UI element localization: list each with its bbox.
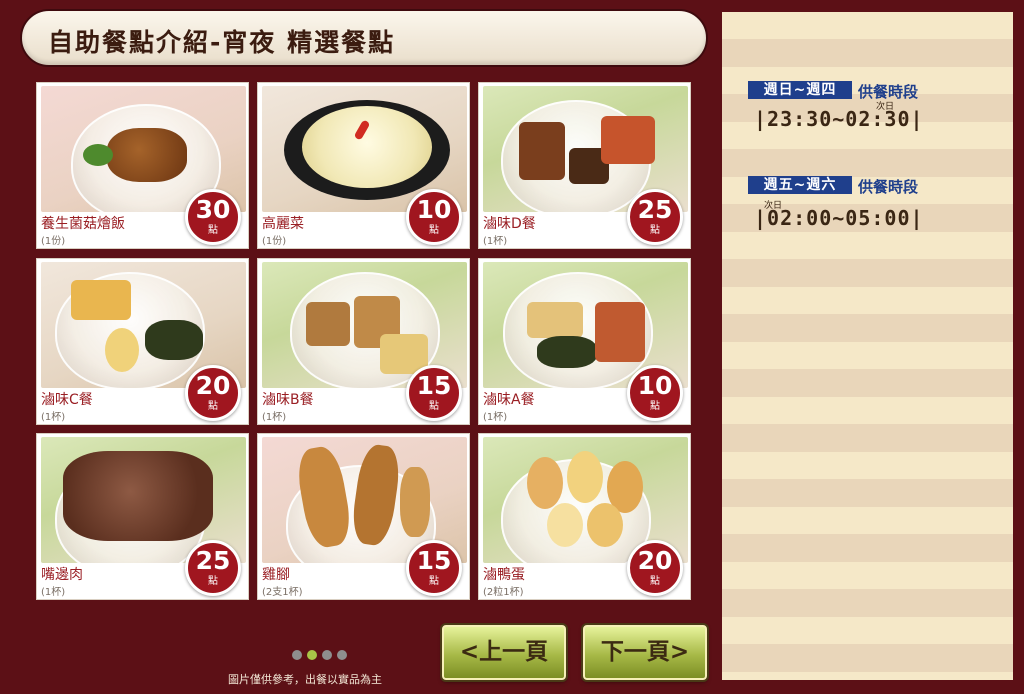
price-value: 10 — [416, 195, 452, 224]
price-badge: 25 點 — [185, 540, 241, 596]
menu-item-card[interactable]: 養生菌菇燴飯 (1份) 30 點 — [36, 82, 249, 249]
price-badge: 15 點 — [406, 365, 462, 421]
title-bar: 自助餐點介紹-宵夜 精選餐點 — [20, 9, 708, 67]
price-unit: 點 — [429, 401, 439, 412]
item-unit: (1杯) — [262, 412, 287, 423]
page-dot[interactable] — [337, 650, 347, 660]
price-unit: 點 — [429, 576, 439, 587]
item-unit: (1杯) — [41, 412, 66, 423]
price-value: 30 — [195, 195, 231, 224]
item-name: 滷鴨蛋 — [483, 567, 525, 583]
page-dot-active[interactable] — [307, 650, 317, 660]
price-value: 15 — [416, 546, 452, 575]
menu-item-card[interactable]: 雞腳 (2支1杯) 15 點 — [257, 433, 470, 600]
item-unit: (1份) — [41, 236, 66, 247]
schedule-panel: 週日~週四 供餐時段 次日 |23:30~02:30| 週五~週六 供餐時段 次… — [722, 12, 1013, 680]
price-value: 20 — [195, 371, 231, 400]
price-unit: 點 — [208, 225, 218, 236]
schedule-time: |23:30~02:30| — [754, 107, 924, 131]
schedule-time: |02:00~05:00| — [754, 206, 924, 230]
item-unit: (1杯) — [483, 236, 508, 247]
price-value: 10 — [637, 371, 673, 400]
page-dot[interactable] — [292, 650, 302, 660]
menu-grid: 養生菌菇燴飯 (1份) 30 點 高麗菜 (1份) 10 點 滷味D餐 (1杯)… — [36, 82, 692, 600]
item-unit: (2粒1杯) — [483, 587, 524, 598]
price-unit: 點 — [650, 576, 660, 587]
page-dot[interactable] — [322, 650, 332, 660]
price-unit: 點 — [208, 576, 218, 587]
menu-item-card[interactable]: 滷味C餐 (1杯) 20 點 — [36, 258, 249, 425]
price-badge: 15 點 — [406, 540, 462, 596]
page-indicator — [292, 650, 352, 662]
price-unit: 點 — [208, 401, 218, 412]
prev-page-button[interactable]: <上一頁 — [442, 625, 566, 680]
price-badge: 25 點 — [627, 189, 683, 245]
item-unit: (1杯) — [41, 587, 66, 598]
main-panel: 自助餐點介紹-宵夜 精選餐點 養生菌菇燴飯 (1份) 30 點 高麗菜 (1份)… — [0, 0, 718, 694]
price-badge: 20 點 — [627, 540, 683, 596]
menu-item-card[interactable]: 滷味D餐 (1杯) 25 點 — [478, 82, 691, 249]
price-value: 25 — [195, 546, 231, 575]
menu-item-card[interactable]: 高麗菜 (1份) 10 點 — [257, 82, 470, 249]
menu-item-card[interactable]: 滷鴨蛋 (2粒1杯) 20 點 — [478, 433, 691, 600]
next-page-button[interactable]: 下一頁> — [583, 625, 707, 680]
price-unit: 點 — [429, 225, 439, 236]
price-badge: 30 點 — [185, 189, 241, 245]
schedule-days: 週日~週四 — [748, 81, 852, 99]
item-name: 滷味B餐 — [262, 392, 314, 408]
page-title: 自助餐點介紹-宵夜 精選餐點 — [48, 28, 396, 57]
item-name: 養生菌菇燴飯 — [41, 216, 125, 232]
price-value: 25 — [637, 195, 673, 224]
price-unit: 點 — [650, 225, 660, 236]
item-name: 雞腳 — [262, 567, 290, 583]
menu-item-card[interactable]: 滷味A餐 (1杯) 10 點 — [478, 258, 691, 425]
item-name: 滷味C餐 — [41, 392, 93, 408]
menu-item-card[interactable]: 滷味B餐 (1杯) 15 點 — [257, 258, 470, 425]
menu-item-card[interactable]: 嘴邊肉 (1杯) 25 點 — [36, 433, 249, 600]
disclaimer-note: 圖片僅供參考，出餐以實品為主 — [228, 673, 382, 686]
price-value: 20 — [637, 546, 673, 575]
item-unit: (2支1杯) — [262, 587, 303, 598]
schedule-days: 週五~週六 — [748, 176, 852, 194]
item-unit: (1杯) — [483, 412, 508, 423]
item-name: 高麗菜 — [262, 216, 304, 232]
item-name: 滷味A餐 — [483, 392, 535, 408]
price-unit: 點 — [650, 401, 660, 412]
price-badge: 20 點 — [185, 365, 241, 421]
price-badge: 10 點 — [406, 189, 462, 245]
price-badge: 10 點 — [627, 365, 683, 421]
item-unit: (1份) — [262, 236, 287, 247]
schedule-label: 供餐時段 — [858, 178, 919, 196]
item-name: 嘴邊肉 — [41, 567, 83, 583]
price-value: 15 — [416, 371, 452, 400]
item-name: 滷味D餐 — [483, 216, 536, 232]
